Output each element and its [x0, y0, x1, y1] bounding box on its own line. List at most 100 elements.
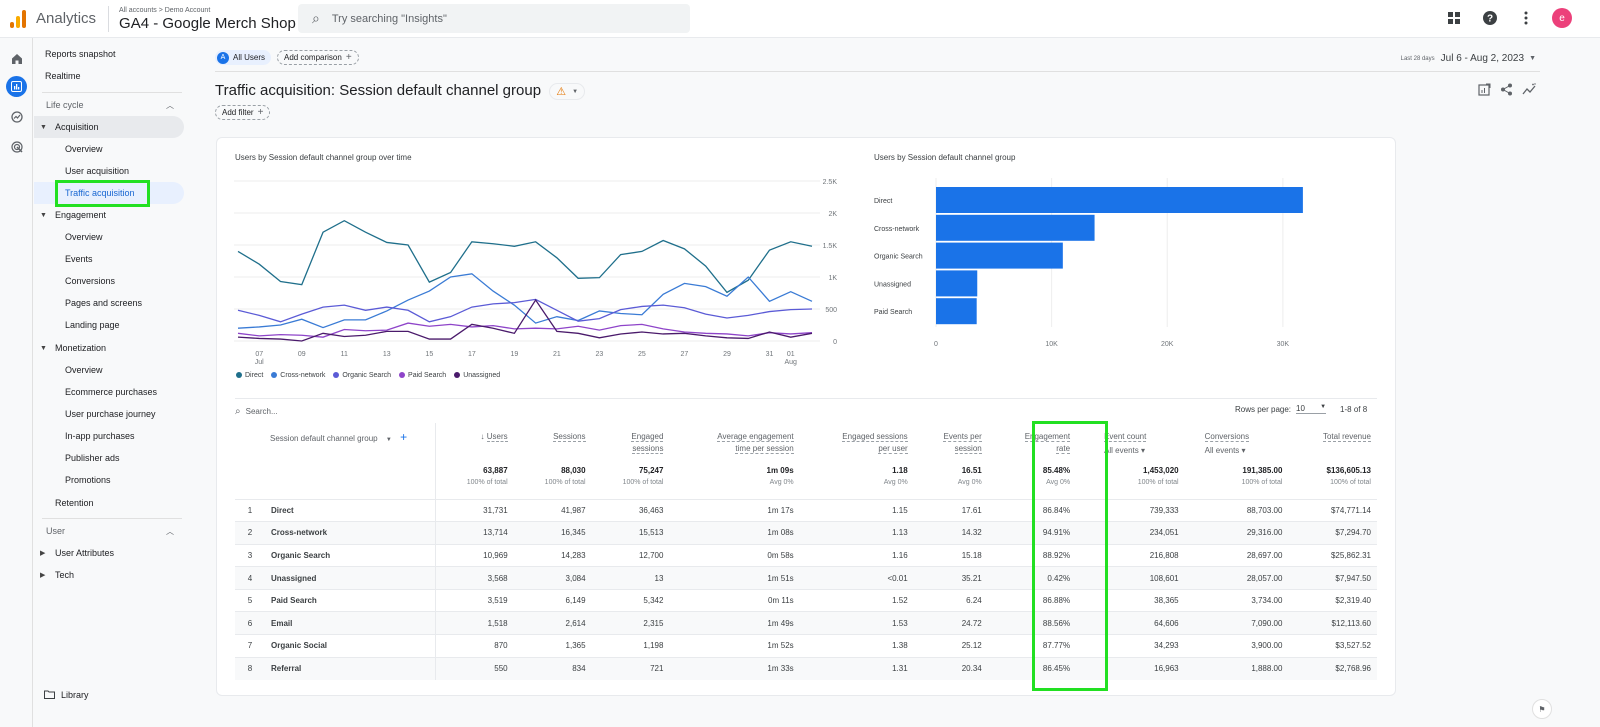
table-row[interactable]: 5 Paid Search 3,519 6,149 5,342 0m 11s 1.52 6.2…: [235, 588, 1377, 612]
add-filter-button[interactable]: Add filter +: [215, 105, 271, 120]
reports-icon[interactable]: [6, 76, 27, 97]
series-line-direct[interactable]: [237, 219, 813, 294]
table-row[interactable]: 3 Organic Search 10,969 14,283 12,700 0m 58s 1…: [235, 543, 1377, 567]
nav-acquisition-overview[interactable]: Overview: [34, 138, 184, 160]
nav-realtime[interactable]: Realtime: [34, 65, 184, 87]
table-row[interactable]: 6 Email 1,518 2,614 2,315 1m 49s 1.53 24.72 88.5…: [235, 611, 1377, 635]
explore-icon[interactable]: [6, 106, 27, 127]
total-subtext: Avg 0%: [883, 479, 908, 486]
more-vert-icon[interactable]: [1516, 8, 1536, 28]
x-tick-label: 20K: [1161, 341, 1174, 348]
series-line-organic-search[interactable]: [237, 298, 813, 323]
insights-icon[interactable]: [1522, 83, 1536, 101]
channel-name[interactable]: Email: [265, 611, 436, 635]
nav-pages-and-screens[interactable]: Pages and screens: [34, 292, 184, 314]
channel-name[interactable]: Organic Social: [265, 634, 436, 658]
nav-retention[interactable]: Retention: [34, 492, 184, 514]
channel-name[interactable]: Direct: [265, 498, 436, 522]
nav-monetization-overview[interactable]: Overview: [34, 359, 184, 381]
customize-report-icon[interactable]: [1478, 83, 1491, 101]
column-header-total-revenue[interactable]: Total revenue: [1288, 423, 1377, 461]
bar-organic-search[interactable]: [936, 242, 1063, 269]
column-header-users[interactable]: ↓ Users: [435, 423, 514, 461]
nav-in-app-purchases[interactable]: In-app purchases: [34, 425, 184, 447]
bar-direct[interactable]: [936, 187, 1303, 213]
legend-item-paid-search[interactable]: Paid Search: [399, 372, 446, 379]
nav-events[interactable]: Events: [34, 248, 184, 270]
nav-engagement-overview[interactable]: Overview: [34, 226, 184, 248]
nav-reports-snapshot[interactable]: Reports snapshot: [34, 43, 184, 65]
channel-name[interactable]: Cross-network: [265, 521, 436, 545]
channel-name[interactable]: Organic Search: [265, 543, 436, 567]
nav-user-attributes[interactable]: ▶ User Attributes: [34, 542, 184, 564]
nav-monetization[interactable]: ▼ Monetization: [34, 337, 184, 359]
table-row[interactable]: 7 Organic Social 870 1,365 1,198 1m 52s 1.38 25…: [235, 634, 1377, 658]
channel-name[interactable]: Paid Search: [265, 588, 436, 612]
channel-name[interactable]: Referral: [265, 656, 436, 680]
nav-tech[interactable]: ▶ Tech: [34, 564, 184, 586]
nav-section-user[interactable]: User ︿: [34, 520, 184, 542]
nav-library[interactable]: Library: [34, 684, 184, 706]
table-search-input[interactable]: ⌕ Search...: [235, 401, 635, 421]
nav-user-acquisition[interactable]: User acquisition: [34, 160, 184, 182]
table-row[interactable]: 1 Direct 31,731 41,987 36,463 1m 17s 1.15 17.61…: [235, 498, 1377, 522]
column-header-sessions[interactable]: Sessions: [514, 423, 592, 461]
help-icon[interactable]: ?: [1480, 8, 1500, 28]
legend-item-unassigned[interactable]: Unassigned: [454, 372, 500, 379]
metric-cell: 1.31: [799, 656, 914, 680]
property-selector[interactable]: All accounts > Demo Account GA4 - Google…: [119, 7, 304, 31]
add-comparison-button[interactable]: Add comparison +: [277, 50, 359, 65]
highlight-box: [1032, 421, 1108, 691]
column-header-average-engagement[interactable]: Average engagement time per session: [669, 423, 799, 461]
rows-per-page-select[interactable]: 10 ▼: [1296, 404, 1327, 414]
column-header-label-line2: per user: [878, 444, 908, 454]
column-header-engaged[interactable]: Engaged sessions: [592, 423, 670, 461]
nav-conversions[interactable]: Conversions: [34, 270, 184, 292]
table-row[interactable]: 4 Unassigned 3,568 3,084 13 1m 51s <0.01 35.21 0…: [235, 566, 1377, 590]
column-header-conversions[interactable]: Conversions All events ▾: [1185, 423, 1289, 461]
nav-promotions[interactable]: Promotions: [34, 469, 184, 491]
divider: [235, 398, 1377, 399]
metric-cell: $12,113.60: [1288, 611, 1377, 635]
home-icon[interactable]: [6, 48, 27, 69]
legend-item-cross-network[interactable]: Cross-network: [271, 372, 325, 379]
x-tick-label: 19: [510, 351, 518, 358]
add-dimension-button[interactable]: +: [400, 430, 407, 444]
date-range-picker[interactable]: Last 28 days Jul 6 - Aug 2, 2023 ▼: [1401, 53, 1536, 64]
bar-cross-network[interactable]: [936, 214, 1095, 241]
feedback-icon[interactable]: ⚑: [1532, 699, 1552, 719]
metric-cell: 88,703.00: [1184, 498, 1289, 522]
segment-chip-all-users[interactable]: A All Users: [215, 50, 272, 65]
nav-section-lifecycle[interactable]: Life cycle ︿: [34, 94, 184, 116]
table-row[interactable]: 2 Cross-network 13,714 16,345 15,513 1m 08s 1.…: [235, 521, 1377, 545]
nav-acquisition[interactable]: ▼ Acquisition: [34, 116, 184, 138]
nav-ecommerce-purchases[interactable]: Ecommerce purchases: [34, 381, 184, 403]
share-icon[interactable]: [1500, 83, 1513, 101]
legend-item-organic-search[interactable]: Organic Search: [333, 372, 391, 379]
column-header-label: Sessions: [553, 432, 586, 442]
series-line-unassigned[interactable]: [237, 298, 813, 342]
nav-engagement[interactable]: ▼ Engagement: [34, 204, 184, 226]
search-input[interactable]: ⌕ Try searching "Insights": [298, 4, 690, 33]
nav-landing-page[interactable]: Landing page: [34, 314, 184, 336]
bar-paid-search[interactable]: [936, 298, 977, 325]
table-row[interactable]: 8 Referral 550 834 721 1m 33s 1.31 20.34 86.45% 1…: [235, 656, 1377, 680]
nav-publisher-ads[interactable]: Publisher ads: [34, 447, 184, 469]
channel-name[interactable]: Unassigned: [265, 566, 436, 590]
nav-user-purchase-journey[interactable]: User purchase journey: [34, 403, 184, 425]
dimension-header[interactable]: Session default channel group ▼ +: [235, 423, 436, 461]
advertising-icon[interactable]: [6, 136, 27, 157]
series-line-paid-search[interactable]: [237, 322, 813, 338]
column-header-engaged-sessions[interactable]: Engaged sessions per user: [800, 423, 914, 461]
row-index: 3: [235, 543, 265, 567]
comparison-warning-button[interactable]: ⚠ ▼: [549, 83, 586, 100]
apps-grid-icon[interactable]: [1444, 8, 1464, 28]
avatar[interactable]: e: [1552, 8, 1572, 28]
bar-unassigned[interactable]: [936, 270, 978, 297]
total-value: 1m 09s: [766, 466, 794, 475]
events-filter-select[interactable]: All events ▾: [1104, 445, 1179, 457]
events-filter-select[interactable]: All events ▾: [1205, 445, 1283, 457]
column-header-events-per[interactable]: Events per session: [914, 423, 988, 461]
total-value: 1,453,020: [1143, 466, 1179, 475]
legend-item-direct[interactable]: Direct: [236, 372, 263, 379]
